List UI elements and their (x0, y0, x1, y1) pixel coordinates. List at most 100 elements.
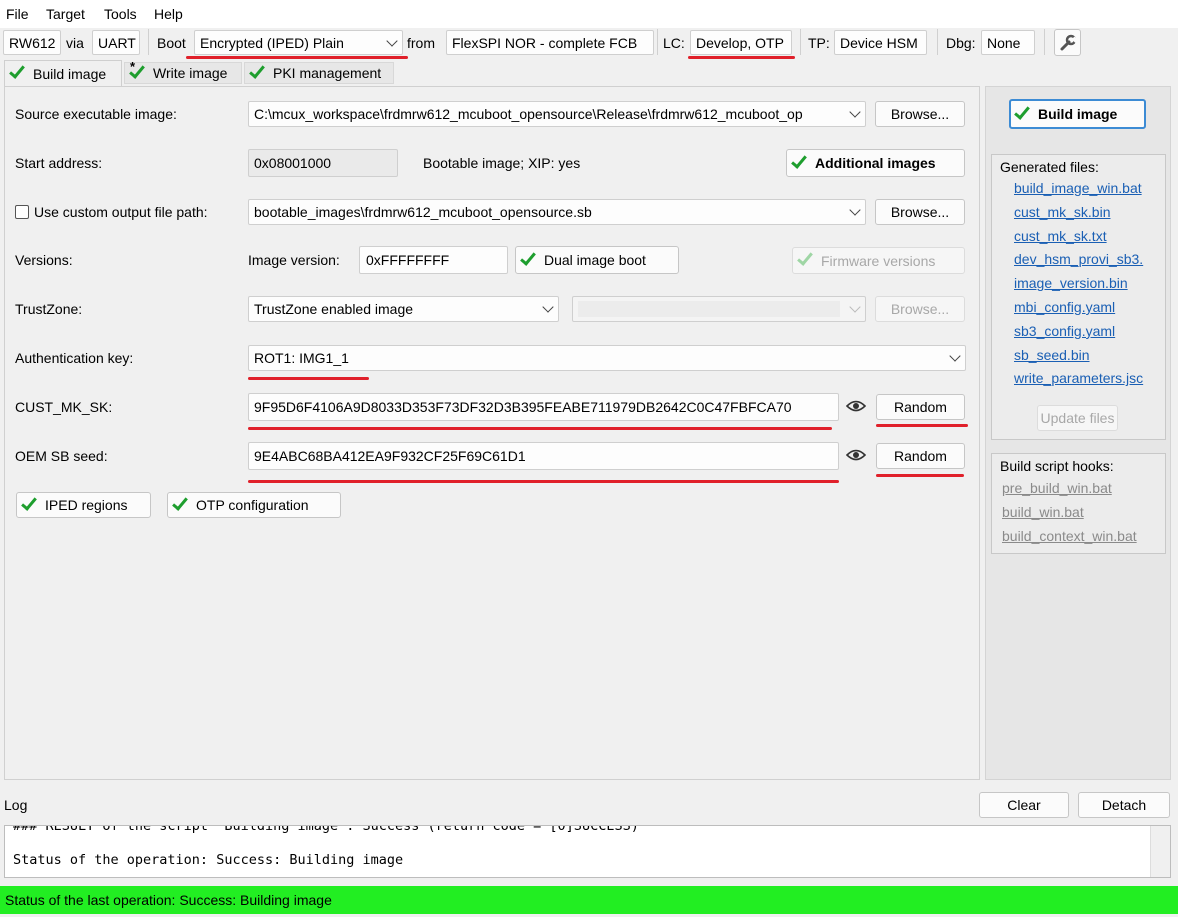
check-icon (1014, 102, 1030, 120)
source-image-combo[interactable]: C:\mcux_workspace\frdmrw612_mcuboot_open… (248, 101, 866, 127)
source-image-value: C:\mcux_workspace\frdmrw612_mcuboot_open… (254, 106, 803, 122)
generated-files-list: build_image_win.bat cust_mk_sk.bin cust_… (1014, 180, 1157, 394)
boot-label: Boot (157, 34, 186, 51)
tp-label: TP: (808, 34, 830, 51)
output-path-value: bootable_images\frdmrw612_mcuboot_openso… (254, 204, 592, 220)
custom-output-checkbox[interactable]: Use custom output file path: (15, 199, 208, 225)
tab-label: Write image (153, 65, 228, 81)
firmware-versions-label: Firmware versions (821, 252, 936, 269)
browse-source-button[interactable]: Browse... (875, 101, 965, 127)
chevron-down-icon (386, 34, 398, 47)
start-address-field: 0x08001000 (248, 149, 398, 177)
generated-file-link[interactable]: sb3_config.yaml (1014, 323, 1157, 347)
random-cust-mk-sk-button[interactable]: Random (876, 394, 965, 420)
oem-sb-seed-label: OEM SB seed: (15, 448, 108, 464)
iped-regions-label: IPED regions (45, 497, 128, 513)
debug-select[interactable]: None (981, 30, 1035, 55)
check-icon (9, 62, 25, 79)
source-image-label: Source executable image: (15, 106, 177, 122)
hooks-list: pre_build_win.bat build_win.bat build_co… (1002, 480, 1162, 551)
clear-log-button[interactable]: Clear (979, 792, 1069, 818)
boot-mode-select[interactable]: Encrypted (IPED) Plain (194, 30, 403, 55)
versions-label: Versions: (15, 252, 73, 268)
hook-link[interactable]: pre_build_win.bat (1002, 480, 1162, 504)
firmware-versions-button[interactable]: Firmware versions (792, 247, 965, 274)
generated-file-link[interactable]: write_parameters.jsc (1014, 370, 1157, 394)
tab-write-image[interactable]: Write image * (124, 59, 242, 84)
otp-configuration-button[interactable]: OTP configuration (167, 492, 341, 518)
tools-button[interactable] (1054, 29, 1081, 56)
trust-provisioning-select[interactable]: Device HSM (834, 30, 927, 55)
menu-help[interactable]: Help (154, 5, 183, 23)
custom-output-label: Use custom output file path: (34, 204, 208, 220)
from-label: from (407, 34, 435, 51)
menu-tools[interactable]: Tools (104, 5, 137, 23)
toolbar-separator (800, 29, 801, 55)
hook-link[interactable]: build_win.bat (1002, 504, 1162, 528)
interface-select[interactable]: UART (92, 30, 140, 55)
chevron-down-icon (949, 350, 961, 362)
log-scrollbar[interactable] (1150, 826, 1170, 877)
additional-images-label: Additional images (815, 155, 936, 171)
log-label: Log (4, 797, 28, 813)
image-version-label: Image version: (248, 252, 340, 268)
generated-file-link[interactable]: dev_hsm_provi_sb3. (1014, 251, 1157, 275)
tab-build-image[interactable]: Build image (4, 60, 122, 86)
log-output[interactable]: ### RESULT of the script 'Building image… (4, 825, 1171, 878)
tab-label: Build image (33, 65, 107, 82)
cust-mk-sk-input[interactable]: 9F95D6F4106A9D8033D353F73DF32D3B395FEABE… (248, 393, 839, 421)
lifecycle-select[interactable]: Develop, OTP (690, 30, 792, 55)
detach-log-button[interactable]: Detach (1078, 792, 1170, 818)
toolbar-separator (1044, 29, 1045, 55)
annotation-underline (186, 56, 408, 59)
iped-regions-button[interactable]: IPED regions (16, 492, 151, 518)
otp-configuration-label: OTP configuration (196, 497, 309, 513)
cust-mk-sk-label: CUST_MK_SK: (15, 399, 113, 415)
check-icon (520, 248, 536, 266)
browse-output-button[interactable]: Browse... (875, 199, 965, 225)
check-icon (21, 493, 37, 511)
toolbar-separator (657, 29, 658, 55)
generated-file-link[interactable]: image_version.bin (1014, 275, 1157, 299)
eye-icon[interactable] (846, 448, 866, 462)
check-icon (791, 151, 807, 169)
status-bar: Status of the last operation: Success: B… (0, 886, 1178, 914)
memory-select[interactable]: FlexSPI NOR - complete FCB (446, 30, 654, 55)
random-oem-sb-seed-button[interactable]: Random (876, 443, 965, 469)
generated-file-link[interactable]: cust_mk_sk.txt (1014, 228, 1157, 252)
build-script-hooks-label: Build script hooks: (1000, 458, 1114, 474)
check-icon (172, 493, 188, 511)
build-image-button[interactable]: Build image (1009, 99, 1146, 129)
bootable-info: Bootable image; XIP: yes (423, 155, 581, 171)
log-line: Status of the operation: Success: Buildi… (13, 852, 404, 868)
auth-key-select[interactable]: ROT1: IMG1_1 (248, 345, 966, 371)
device-select[interactable]: RW612 (3, 30, 61, 55)
check-icon (249, 61, 265, 79)
output-path-combo[interactable]: bootable_images\frdmrw612_mcuboot_openso… (248, 199, 866, 225)
oem-sb-seed-input[interactable]: 9E4ABC68BA412EA9F932CF25F69C61D1 (248, 442, 839, 470)
menu-file[interactable]: File (6, 5, 29, 23)
generated-file-link[interactable]: cust_mk_sk.bin (1014, 204, 1157, 228)
checkbox-icon (15, 205, 29, 219)
update-files-button: Update files (1037, 405, 1118, 431)
eye-icon[interactable] (846, 399, 866, 413)
log-line: ### RESULT of the script 'Building image… (13, 825, 639, 834)
chevron-down-icon (849, 204, 861, 216)
disabled-field-fill (578, 301, 840, 317)
trustzone-config-combo (572, 296, 866, 322)
additional-images-button[interactable]: Additional images (786, 149, 965, 177)
dual-image-boot-button[interactable]: Dual image boot (515, 246, 679, 274)
generated-file-link[interactable]: sb_seed.bin (1014, 347, 1157, 371)
tab-label: PKI management (273, 65, 382, 81)
modified-asterisk-icon: * (130, 59, 136, 74)
status-text: Status of the last operation: Success: B… (5, 892, 332, 908)
generated-file-link[interactable]: mbi_config.yaml (1014, 299, 1157, 323)
generated-file-link[interactable]: build_image_win.bat (1014, 180, 1157, 204)
hook-link[interactable]: build_context_win.bat (1002, 528, 1162, 552)
toolbar-separator (148, 29, 149, 55)
tab-pki-management[interactable]: PKI management (244, 61, 394, 84)
trustzone-select[interactable]: TrustZone enabled image (248, 296, 559, 322)
menu-target[interactable]: Target (46, 5, 85, 23)
image-version-input[interactable]: 0xFFFFFFFF (359, 246, 508, 274)
build-image-panel (4, 86, 980, 780)
